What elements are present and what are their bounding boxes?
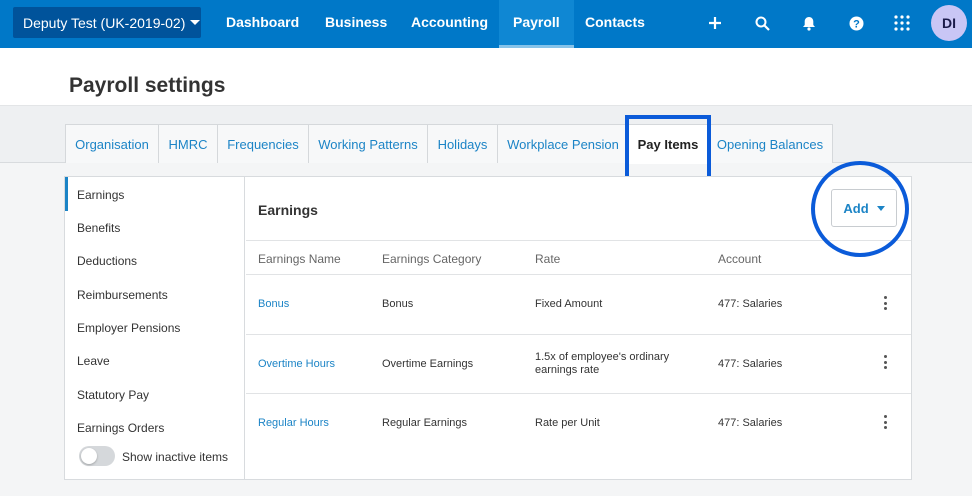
earnings-category: Overtime Earnings xyxy=(382,358,474,370)
apps-grid-icon[interactable] xyxy=(891,12,913,34)
tab-pay-items[interactable]: Pay Items xyxy=(628,124,708,164)
sidebar-item-earnings[interactable]: Earnings xyxy=(77,188,124,202)
tab-frequencies[interactable]: Frequencies xyxy=(217,124,309,163)
sidebar-item-reimbursements[interactable]: Reimbursements xyxy=(77,288,168,302)
page-title: Payroll settings xyxy=(69,74,226,97)
avatar[interactable]: DI xyxy=(931,5,967,41)
sidebar-item-deductions[interactable]: Deductions xyxy=(77,254,137,268)
organisation-switcher[interactable]: Deputy Test (UK-2019-02) xyxy=(13,7,201,38)
sidebar-item-benefits[interactable]: Benefits xyxy=(77,221,120,235)
more-options-icon[interactable] xyxy=(882,296,888,310)
tab-workplace-pension[interactable]: Workplace Pension xyxy=(497,124,629,163)
table-row: Overtime Hours Overtime Earnings 1.5x of… xyxy=(246,335,911,394)
page-header: Payroll settings xyxy=(0,48,972,106)
show-inactive-toggle[interactable] xyxy=(79,446,115,466)
column-header-rate: Rate xyxy=(535,252,561,266)
earnings-name-link[interactable]: Bonus xyxy=(258,298,289,311)
bell-icon[interactable] xyxy=(798,12,820,34)
earnings-name-link[interactable]: Regular Hours xyxy=(258,417,329,430)
sidebar-item-leave[interactable]: Leave xyxy=(77,354,110,368)
tab-holidays[interactable]: Holidays xyxy=(427,124,498,163)
earnings-rate: 1.5x of employee's ordinary earnings rat… xyxy=(535,351,669,377)
chevron-down-icon xyxy=(876,205,885,211)
earnings-rate-line-2: earnings rate xyxy=(535,364,600,376)
add-button[interactable]: Add xyxy=(831,189,897,227)
pay-items-sidebar: Earnings Benefits Deductions Reimburseme… xyxy=(65,177,245,479)
nav-business[interactable]: Business xyxy=(325,0,387,48)
top-navigation-bar: Deputy Test (UK-2019-02) Dashboard Busin… xyxy=(0,0,972,48)
nav-accounting[interactable]: Accounting xyxy=(411,0,488,48)
pay-items-card: Earnings Benefits Deductions Reimburseme… xyxy=(64,176,912,480)
earnings-heading: Earnings xyxy=(258,202,318,218)
plus-icon[interactable] xyxy=(704,12,726,34)
tab-opening-balances[interactable]: Opening Balances xyxy=(707,124,833,163)
earnings-rate-line-1: 1.5x of employee's ordinary xyxy=(535,351,670,363)
tab-working-patterns[interactable]: Working Patterns xyxy=(308,124,428,163)
earnings-rate: Rate per Unit xyxy=(535,417,600,429)
tab-hmrc[interactable]: HMRC xyxy=(158,124,218,163)
earnings-account: 477: Salaries xyxy=(718,358,783,370)
earnings-rate: Fixed Amount xyxy=(535,298,603,310)
nav-contacts[interactable]: Contacts xyxy=(585,0,645,48)
nav-payroll[interactable]: Payroll xyxy=(499,0,574,48)
table-row: Regular Hours Regular Earnings Rate per … xyxy=(246,394,911,453)
organisation-name: Deputy Test (UK-2019-02) xyxy=(23,14,186,31)
earnings-category: Bonus xyxy=(382,298,414,310)
column-header-name: Earnings Name xyxy=(258,252,341,266)
sidebar-active-indicator xyxy=(65,177,68,211)
sidebar-item-statutory-pay[interactable]: Statutory Pay xyxy=(77,388,149,402)
svg-text:?: ? xyxy=(853,18,860,30)
earnings-account: 477: Salaries xyxy=(718,298,783,310)
earnings-name-link[interactable]: Overtime Hours xyxy=(258,358,335,371)
earnings-panel: Earnings Add Earnings Name Earnings Cate… xyxy=(246,177,911,479)
divider xyxy=(246,240,911,241)
help-icon[interactable]: ? xyxy=(845,12,867,34)
column-header-category: Earnings Category xyxy=(382,252,482,266)
toggle-knob xyxy=(81,448,97,464)
sidebar-item-employer-pensions[interactable]: Employer Pensions xyxy=(77,321,180,335)
tab-organisation[interactable]: Organisation xyxy=(65,124,159,163)
search-icon[interactable] xyxy=(751,12,773,34)
settings-tab-bar: Organisation HMRC Frequencies Working Pa… xyxy=(0,106,972,164)
more-options-icon[interactable] xyxy=(882,355,888,369)
nav-dashboard[interactable]: Dashboard xyxy=(226,0,299,48)
column-header-account: Account xyxy=(718,252,762,266)
earnings-account: 477: Salaries xyxy=(718,417,783,429)
show-inactive-label: Show inactive items xyxy=(122,450,229,464)
chevron-down-icon xyxy=(190,20,201,25)
earnings-category: Regular Earnings xyxy=(382,417,467,429)
table-row: Bonus Bonus Fixed Amount 477: Salaries xyxy=(246,275,911,334)
add-button-label: Add xyxy=(843,200,869,216)
sidebar-item-earnings-orders[interactable]: Earnings Orders xyxy=(77,421,164,435)
more-options-icon[interactable] xyxy=(882,415,888,429)
